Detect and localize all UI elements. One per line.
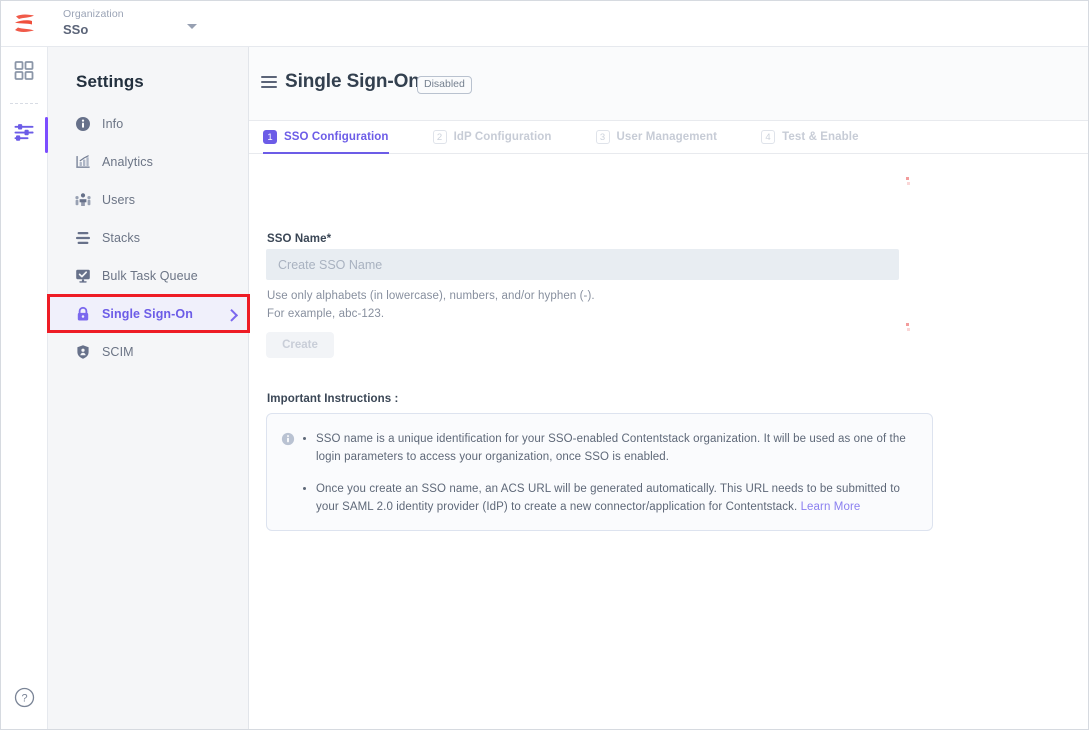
- sidebar-item-info[interactable]: Info: [48, 105, 249, 143]
- rail-item-settings[interactable]: [1, 113, 47, 157]
- organization-selector[interactable]: Organization SSo: [63, 8, 205, 40]
- page-header: Single Sign-On Disabled: [249, 47, 1089, 121]
- info-circle-icon: [74, 116, 91, 133]
- chevron-right-icon: [225, 309, 238, 322]
- settings-sidebar: Settings Info: [48, 47, 249, 730]
- sidebar-title: Settings: [76, 72, 144, 92]
- tab-label: User Management: [617, 131, 718, 143]
- chevron-down-icon: [187, 24, 197, 29]
- sidebar-item-label: Bulk Task Queue: [102, 269, 198, 283]
- sso-name-label: SSO Name*: [267, 233, 331, 245]
- sso-name-hint-1: Use only alphabets (in lowercase), numbe…: [267, 290, 595, 302]
- list-item: SSO name is a unique identification for …: [316, 430, 916, 466]
- tab-sso-configuration[interactable]: 1 SSO Configuration: [263, 121, 389, 153]
- top-bar: Organization SSo: [1, 1, 1089, 47]
- instruction-text: SSO name is a unique identification for …: [316, 433, 906, 463]
- app-window: Organization SSo: [0, 0, 1089, 730]
- lock-icon: [74, 306, 91, 323]
- tab-number: 3: [596, 130, 610, 144]
- instructions-list: SSO name is a unique identification for …: [295, 430, 916, 516]
- icon-rail: ?: [1, 47, 48, 730]
- sidebar-nav: Info Analytics: [48, 105, 249, 371]
- list-item: Once you create an SSO name, an ACS URL …: [316, 480, 916, 516]
- page-title: Single Sign-On: [285, 71, 420, 93]
- status-badge: Disabled: [417, 76, 472, 94]
- organization-label: Organization: [63, 8, 205, 21]
- rail-divider: [10, 103, 38, 104]
- sidebar-item-scim[interactable]: SCIM: [48, 333, 249, 371]
- shield-user-icon: [74, 344, 91, 361]
- tab-idp-configuration[interactable]: 2 IdP Configuration: [433, 121, 552, 153]
- learn-more-link[interactable]: Learn More: [801, 501, 861, 513]
- sidebar-item-label: Stacks: [102, 231, 140, 245]
- tab-test-and-enable[interactable]: 4 Test & Enable: [761, 121, 859, 153]
- sidebar-item-label: Analytics: [102, 155, 153, 169]
- sidebar-item-label: SCIM: [102, 345, 134, 359]
- sidebar-item-label: Single Sign-On: [102, 307, 193, 321]
- rail-item-apps[interactable]: [1, 51, 47, 95]
- svg-text:?: ?: [21, 693, 27, 705]
- instructions-title: Important Instructions :: [267, 393, 398, 405]
- sidebar-item-analytics[interactable]: Analytics: [48, 143, 249, 181]
- sso-name-input[interactable]: [266, 249, 899, 280]
- create-button[interactable]: Create: [266, 332, 334, 358]
- tab-user-management[interactable]: 3 User Management: [596, 121, 718, 153]
- stacks-layers-icon: [74, 230, 91, 247]
- grid-apps-icon: [14, 61, 34, 86]
- help-button[interactable]: ?: [14, 687, 35, 708]
- sso-name-hint-2: For example, abc-123.: [267, 308, 384, 320]
- sidebar-item-users[interactable]: Users: [48, 181, 249, 219]
- sidebar-item-stacks[interactable]: Stacks: [48, 219, 249, 257]
- tab-number: 2: [433, 130, 447, 144]
- sidebar-item-bulk-task-queue[interactable]: Bulk Task Queue: [48, 257, 249, 295]
- users-icon: [74, 192, 91, 209]
- contentstack-logo[interactable]: [12, 12, 38, 36]
- main-content: Single Sign-On Disabled 1 SSO Configurat…: [249, 47, 1089, 730]
- info-circle-icon: [281, 430, 295, 516]
- monitor-check-icon: [74, 268, 91, 285]
- sidebar-item-label: Info: [102, 117, 123, 131]
- tab-number: 1: [263, 130, 277, 144]
- tab-panel-sso-configuration: SSO Name* Use only alphabets (in lowerca…: [249, 154, 1089, 730]
- tab-bar: 1 SSO Configuration 2 IdP Configuration …: [249, 121, 1089, 154]
- tab-label: SSO Configuration: [284, 131, 389, 143]
- instructions-panel: SSO name is a unique identification for …: [266, 413, 933, 531]
- tab-number: 4: [761, 130, 775, 144]
- hamburger-menu-icon[interactable]: [261, 76, 277, 89]
- sliders-settings-icon: [14, 123, 35, 148]
- sidebar-item-label: Users: [102, 193, 135, 207]
- sidebar-item-single-sign-on[interactable]: Single Sign-On: [48, 295, 249, 333]
- tab-label: IdP Configuration: [454, 131, 552, 143]
- tab-label: Test & Enable: [782, 131, 859, 143]
- organization-name: SSo: [63, 22, 205, 38]
- bar-chart-icon: [74, 154, 91, 171]
